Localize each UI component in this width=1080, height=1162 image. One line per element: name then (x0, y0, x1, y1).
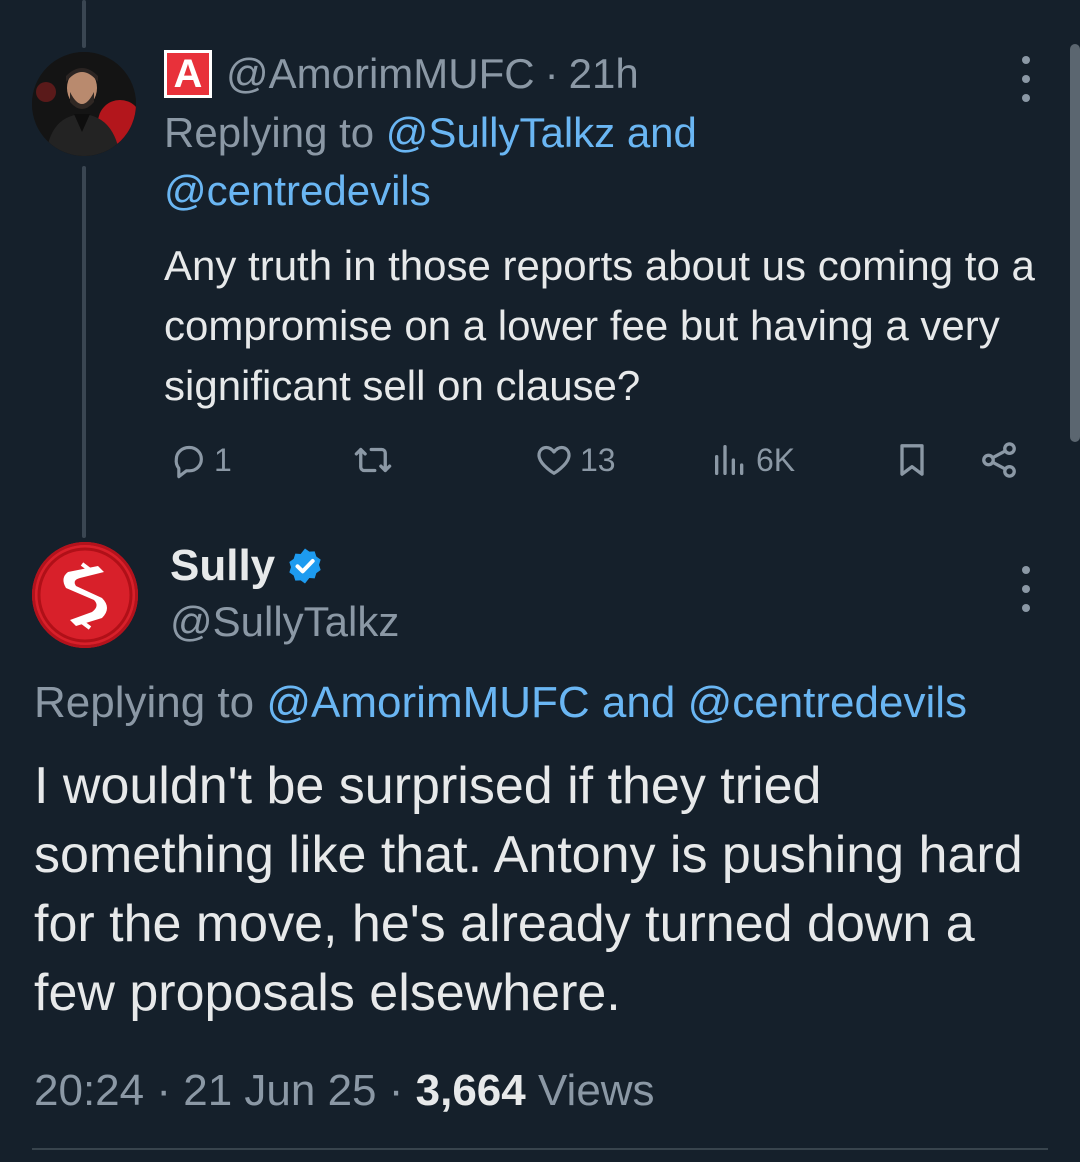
views-icon (715, 445, 744, 475)
tweet-2-meta: 20:24 · 21 Jun 25 · 3,664 Views (34, 1062, 655, 1120)
bookmark-icon (900, 444, 924, 476)
mention-centredevils[interactable]: @centredevils (688, 678, 967, 727)
replying-prefix: Replying to (164, 109, 375, 156)
mention-centredevils[interactable]: @centredevils (164, 167, 431, 214)
separator: · (544, 50, 559, 97)
retweet-icon (354, 447, 392, 473)
tweet-1-time[interactable]: 21h (569, 50, 639, 98)
tweet-2-replying-to: Replying to @AmorimMUFC and @centredevil… (34, 674, 967, 732)
mention-sullytalkz[interactable]: @SullyTalkz (386, 109, 615, 156)
tweet-2-date[interactable]: 21 Jun 25 (183, 1066, 376, 1115)
replying-and[interactable]: and (602, 678, 675, 727)
bookmark-button[interactable] (892, 432, 932, 488)
tweet-1-more-icon[interactable] (1016, 56, 1036, 102)
share-button[interactable] (978, 432, 1020, 488)
tweet-1: A @AmorimMUFC · 21h Replying to @SullyTa… (164, 48, 1054, 416)
scrollbar[interactable] (1070, 44, 1080, 442)
tweet-1-text: Any truth in those reports about us comi… (164, 242, 1035, 409)
tweet-2-handle[interactable]: @SullyTalkz (170, 594, 399, 650)
divider (32, 1148, 1048, 1150)
views-count: 6K (756, 441, 796, 478)
tweet-1-header: A @AmorimMUFC · 21h (164, 48, 1054, 100)
like-icon (537, 445, 571, 475)
tweet-2-views-count[interactable]: 3,664 (416, 1066, 526, 1115)
replying-prefix: Replying to (34, 678, 255, 727)
tweet-1-handle[interactable]: @AmorimMUFC (226, 50, 535, 98)
tweet-2-name-row: Sully (170, 538, 325, 594)
tweet-2-text: I wouldn't be surprised if they tried so… (34, 757, 1023, 1022)
amorim-avatar[interactable] (32, 52, 136, 156)
tweet-2-more-icon[interactable] (1016, 566, 1036, 612)
sully-avatar[interactable] (32, 542, 138, 648)
reply-button[interactable]: 1 (168, 432, 232, 488)
a-badge-icon: A (164, 50, 212, 98)
like-button[interactable]: 13 (534, 432, 616, 488)
tweet-2-time[interactable]: 20:24 (34, 1066, 144, 1115)
verified-icon (289, 548, 321, 584)
separator: · (156, 1066, 171, 1115)
reply-count: 1 (214, 441, 232, 478)
views-button[interactable]: 6K (710, 432, 795, 488)
thread-line-top (82, 0, 86, 48)
reply-icon (174, 445, 203, 479)
retweet-button[interactable] (352, 432, 394, 488)
separator: · (388, 1066, 404, 1115)
thread-line (82, 166, 86, 538)
tweet-1-replying-to: Replying to @SullyTalkz and @centredevil… (164, 104, 1054, 220)
tweet-2-display-name[interactable]: Sully (170, 541, 275, 591)
like-count: 13 (580, 441, 616, 478)
share-icon (982, 442, 1016, 478)
tweet-1-actions: 1 13 6K (164, 432, 1034, 488)
tweet-2-views-label[interactable]: Views (538, 1066, 655, 1115)
replying-and[interactable]: and (627, 109, 697, 156)
mention-amorimmufc[interactable]: @AmorimMUFC (266, 678, 589, 727)
